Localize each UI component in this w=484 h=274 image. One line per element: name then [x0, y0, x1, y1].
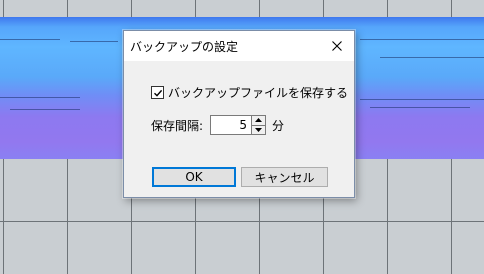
interval-label: 保存間隔: — [151, 118, 204, 133]
ok-button[interactable]: OK — [152, 167, 236, 187]
close-button[interactable] — [320, 31, 354, 61]
stepper-down-button[interactable] — [252, 124, 266, 135]
stepper-up-button[interactable] — [252, 116, 265, 125]
dialog-body: バックアップファイルを保存する 保存間隔: 5 分 OK キャンセル — [124, 61, 354, 197]
save-backup-row[interactable]: バックアップファイルを保存する — [151, 84, 348, 101]
save-backup-checkbox[interactable] — [151, 86, 164, 99]
close-icon — [332, 41, 342, 51]
stepper-arrows — [252, 115, 267, 135]
interval-unit: 分 — [272, 118, 285, 133]
chevron-down-icon — [255, 127, 263, 132]
interval-input[interactable]: 5 — [210, 115, 253, 135]
interval-row: 保存間隔: 5 分 — [151, 115, 284, 135]
chevron-up-icon — [255, 118, 263, 123]
dialog-title: バックアップの設定 — [130, 39, 239, 54]
dialog-titlebar[interactable]: バックアップの設定 — [124, 31, 354, 61]
interval-stepper[interactable]: 5 — [210, 115, 267, 135]
backup-settings-dialog: バックアップの設定 バックアップファイルを保存する 保存間隔: 5 分 OK キ… — [123, 30, 355, 198]
save-backup-label[interactable]: バックアップファイルを保存する — [168, 84, 348, 101]
checkmark-icon — [153, 89, 162, 97]
cancel-button[interactable]: キャンセル — [241, 167, 328, 187]
